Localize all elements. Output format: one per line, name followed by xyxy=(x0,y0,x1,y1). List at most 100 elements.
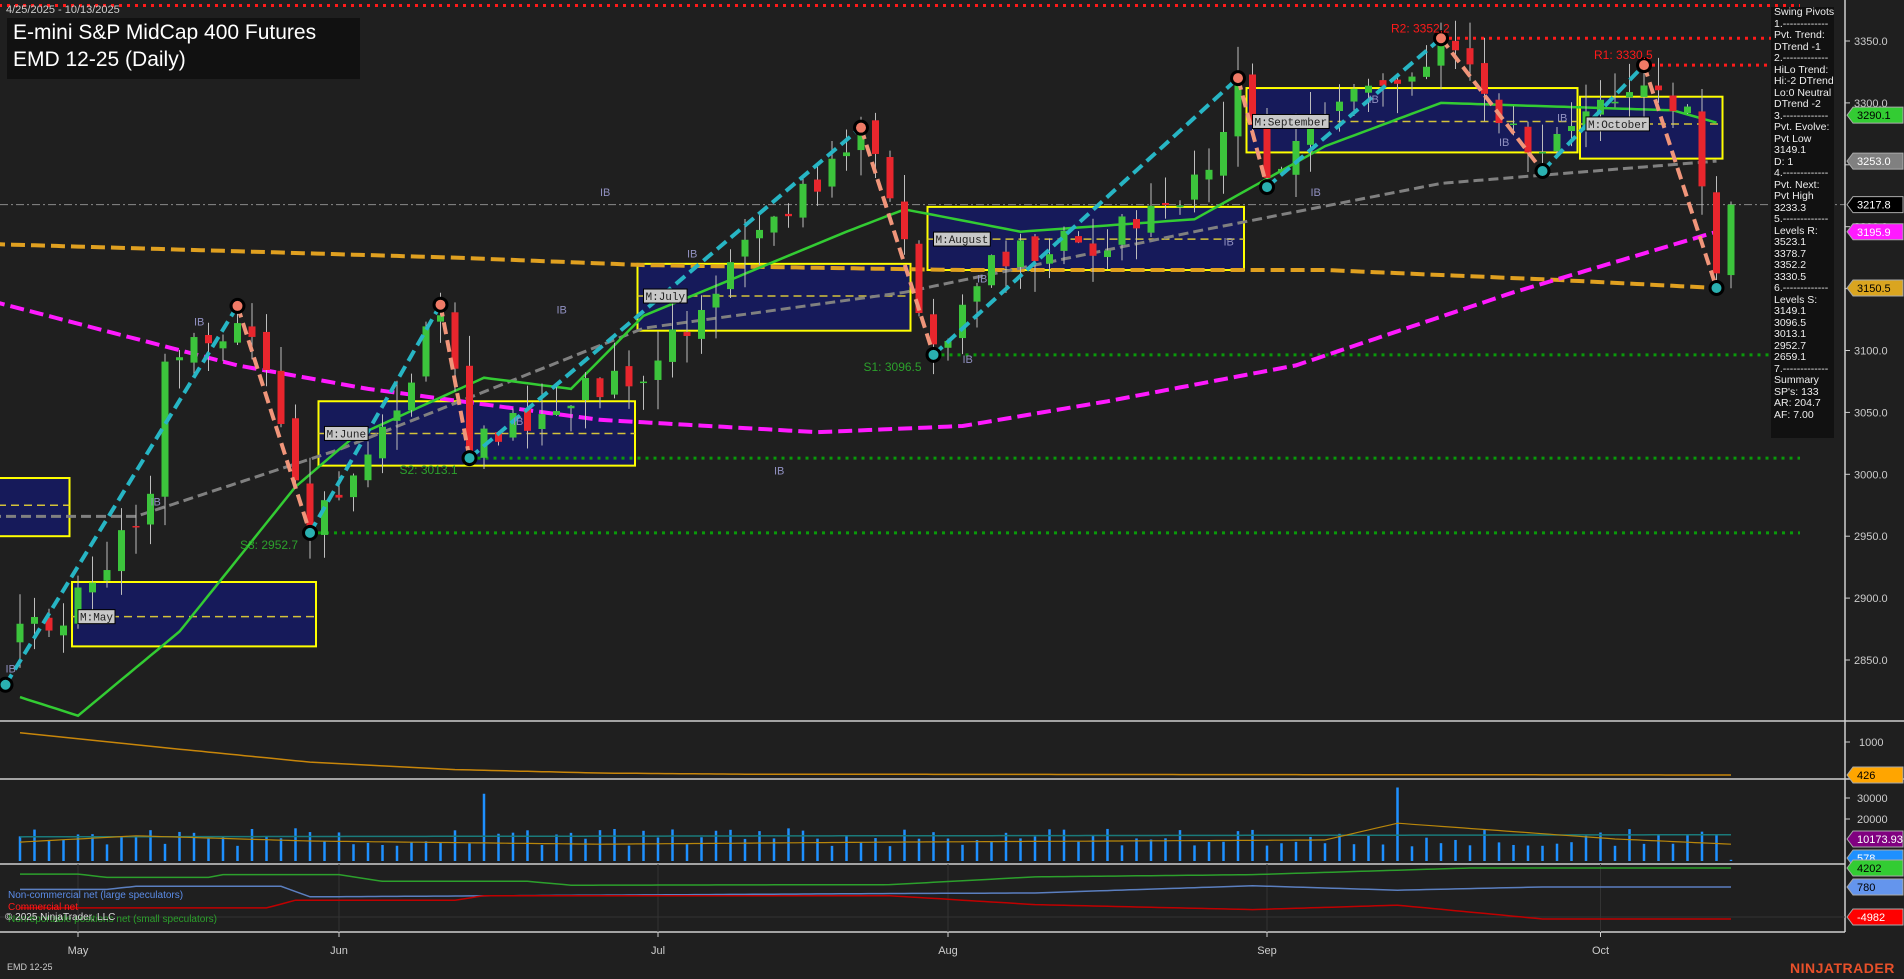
level-label: R1: 3330.5 xyxy=(1594,48,1653,62)
ib-label: IB xyxy=(151,496,161,508)
swing-pivot-line: SP's: 133 xyxy=(1774,386,1819,398)
axis-tick-label: 3100.0 xyxy=(1854,346,1888,358)
swing-low-marker xyxy=(1708,279,1725,296)
candle-body xyxy=(89,582,96,593)
candle-body xyxy=(785,213,792,217)
swing-low-marker xyxy=(0,676,14,693)
month-box-label: M:October xyxy=(1588,120,1647,132)
candle-body xyxy=(1611,101,1619,104)
price-chart[interactable]: M:May M:June M:July M:August M:September M:Oc… xyxy=(0,0,1904,979)
candle-body xyxy=(1205,169,1213,180)
candle-body xyxy=(1379,80,1387,86)
swing-pivot-line: Pvt. Evolve: xyxy=(1774,122,1830,133)
axis-tick-label: 1000 xyxy=(1859,737,1883,749)
candle-body xyxy=(1669,95,1677,112)
candle-body xyxy=(799,183,807,218)
candle-body xyxy=(335,494,343,498)
candle-body xyxy=(1017,240,1024,268)
swing-high-marker xyxy=(853,119,869,136)
candle-body xyxy=(176,357,183,361)
oi-last-tag: 426 xyxy=(1846,766,1904,784)
candle-body xyxy=(1365,85,1372,93)
legend-noncommercial: Non-commercial net (large speculators) xyxy=(8,890,184,901)
price-tag-value: 3217.8 xyxy=(1857,200,1891,212)
swing-pivot-line: AR: 204.7 xyxy=(1774,398,1821,409)
ib-label: IB xyxy=(774,465,784,477)
candle-body xyxy=(1394,79,1401,84)
candle-body xyxy=(959,304,966,339)
cot-small-line xyxy=(20,867,1731,886)
candle-body xyxy=(712,293,720,308)
candle-body xyxy=(843,152,850,157)
candle-body xyxy=(1727,204,1735,276)
swing-pivot-line: 3149.1 xyxy=(1774,306,1807,317)
ib-label: IB xyxy=(557,304,567,316)
candle-body xyxy=(190,337,198,363)
swing-low-marker xyxy=(461,450,478,467)
ib-label: IB xyxy=(1499,137,1509,149)
swing-pivot-line: 2952.7 xyxy=(1774,340,1807,352)
month-label: Aug xyxy=(938,945,958,957)
price-tag-value: 4202 xyxy=(1857,863,1881,875)
price-tag-value: -4982 xyxy=(1857,912,1885,924)
candle-body xyxy=(393,410,401,421)
instrument-footer: EMD 12-25 xyxy=(7,962,53,972)
candle-body xyxy=(1118,216,1126,245)
ib-label: IB xyxy=(963,354,973,366)
candle-body xyxy=(538,414,546,430)
candle-body xyxy=(1626,92,1633,98)
candle-body xyxy=(1031,236,1039,261)
axis-tick-label: 30000 xyxy=(1857,793,1888,805)
candle-body xyxy=(582,378,589,401)
candle-body xyxy=(553,411,560,415)
candle-body xyxy=(422,326,430,377)
cot-commercial-tag: -4982 xyxy=(1846,908,1904,926)
candle-body xyxy=(1350,88,1358,102)
month-box-label: M:September xyxy=(1255,117,1328,129)
swing-pivot-line: Hi:-2 DTrend xyxy=(1774,76,1834,87)
candle-body xyxy=(234,323,241,343)
candle-body xyxy=(1568,126,1575,131)
swing-pivot-line: Swing Pivots xyxy=(1774,7,1834,18)
level-label: S3: 2952.7 xyxy=(240,538,298,552)
swing-pivot-line: Lo:0 Neutral xyxy=(1774,87,1832,99)
candle-body xyxy=(1176,205,1184,208)
candle-body xyxy=(930,314,937,345)
swing-pivot-line: 2.------------- xyxy=(1774,53,1829,64)
candle-body xyxy=(1553,133,1561,152)
candle-body xyxy=(1713,192,1720,274)
brand-logo: NINJATRADER xyxy=(1790,960,1895,976)
candle-body xyxy=(408,382,415,411)
cot-small-tag: 4202 xyxy=(1846,859,1904,877)
contract-title: EMD 12-25 (Daily) xyxy=(13,48,186,71)
candle-body xyxy=(727,262,734,290)
candle-body xyxy=(683,332,691,336)
ma-gray-line xyxy=(0,159,1717,518)
swing-pivot-line: Pvt High xyxy=(1774,191,1814,202)
candle-body xyxy=(103,570,111,581)
candle-body xyxy=(1162,203,1169,206)
month-label: May xyxy=(68,945,89,957)
candle-body xyxy=(1684,106,1691,114)
candle-body xyxy=(901,201,908,240)
swing-pivot-line: 3523.1 xyxy=(1774,237,1807,248)
main-panel: M:May M:June M:July M:August M:September M:Oc… xyxy=(0,3,1845,718)
swing-low-marker xyxy=(1259,179,1275,196)
price-tag-value: 426 xyxy=(1857,770,1875,782)
candle-body xyxy=(770,216,778,233)
candle-body xyxy=(292,418,299,481)
candle-body xyxy=(132,525,140,528)
candle-body xyxy=(1539,151,1546,154)
candle-body xyxy=(596,378,604,398)
ib-label: IB xyxy=(600,187,610,199)
month-box-label: M:May xyxy=(80,613,113,625)
price-tag: 3150.5 xyxy=(1846,279,1904,297)
candle-body xyxy=(1408,76,1416,82)
price-tag: 3217.8 xyxy=(1846,196,1904,214)
swing-pivot-line: 3013.1 xyxy=(1774,329,1807,340)
ib-label: IB xyxy=(1369,94,1379,106)
candle-body xyxy=(219,341,227,349)
month-box-label: M:August xyxy=(936,235,989,247)
level-label: R2: 3352.2 xyxy=(1391,21,1450,35)
swing-pivot-line: 3.------------- xyxy=(1774,110,1829,122)
